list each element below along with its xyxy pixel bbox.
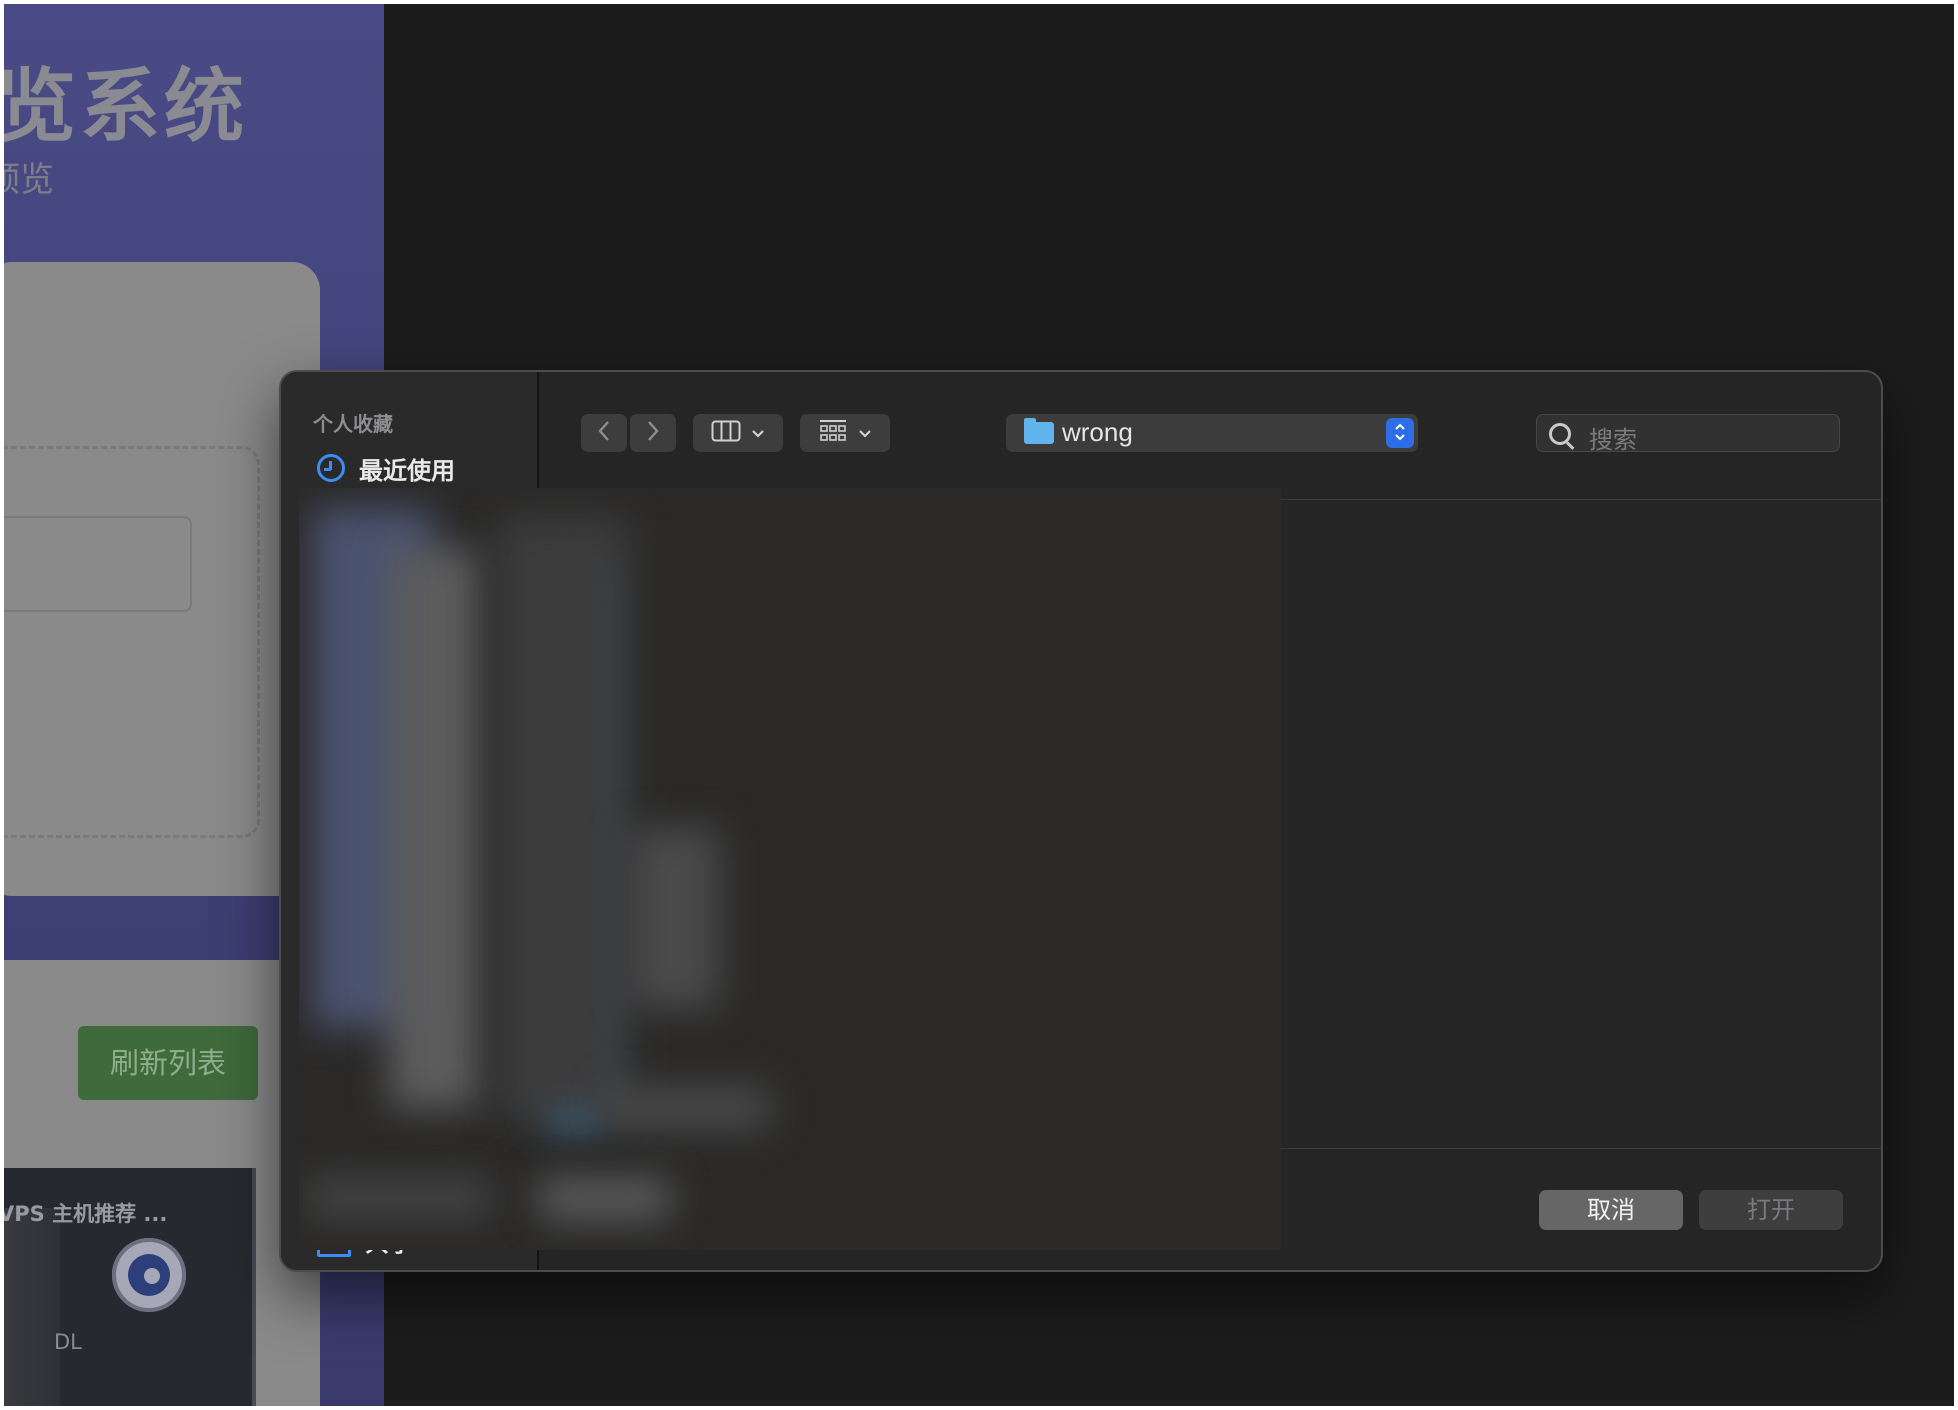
sidebar-item-recents[interactable]: 最近使用 — [317, 448, 455, 488]
upload-dropzone[interactable] — [4, 446, 260, 838]
location-popup[interactable]: wrong — [1006, 414, 1418, 452]
video-card[interactable]: VPS 主机推荐 ... DL — [4, 1168, 256, 1406]
clock-icon — [317, 454, 345, 482]
column-view-button[interactable] — [693, 414, 783, 452]
columns-icon — [711, 420, 741, 446]
app-title: 览系统 — [4, 60, 248, 153]
cancel-button[interactable]: 取消 — [1539, 1190, 1683, 1230]
open-file-dialog: 个人收藏 最近使用 共享 — [279, 370, 1883, 1272]
file-browser-obscured[interactable] — [299, 488, 1281, 1250]
grid-icon — [818, 419, 848, 447]
folder-icon — [1024, 418, 1054, 444]
chevron-down-icon — [751, 424, 765, 443]
group-view-button[interactable] — [800, 414, 890, 452]
search-input[interactable]: 搜索 — [1536, 414, 1840, 454]
search-icon — [1549, 423, 1571, 445]
footer-divider — [1281, 1148, 1881, 1149]
forward-button[interactable] — [630, 414, 676, 452]
chevron-down-icon — [858, 424, 872, 443]
app-subtitle: 预览 — [4, 160, 54, 200]
open-button[interactable]: 打开 — [1699, 1190, 1843, 1230]
video-thumbnail — [4, 1208, 60, 1406]
popup-stepper-icon — [1386, 418, 1414, 448]
search-placeholder: 搜索 — [1589, 426, 1637, 454]
chevron-right-icon — [646, 420, 660, 446]
refresh-list-button[interactable]: 刷新列表 — [78, 1026, 258, 1100]
back-button[interactable] — [581, 414, 627, 452]
chevron-left-icon — [597, 420, 611, 446]
upload-input[interactable] — [4, 516, 192, 612]
video-title: VPS 主机推荐 ... — [4, 1202, 168, 1226]
sidebar-heading-favorites: 个人收藏 — [313, 412, 393, 436]
play-icon[interactable] — [112, 1238, 186, 1312]
content-divider — [1281, 499, 1881, 500]
sidebar-item-label: 最近使用 — [359, 456, 455, 485]
current-folder-name: wrong — [1062, 417, 1133, 447]
video-side-text: DL — [54, 1330, 82, 1354]
screen: 览系统 预览 刷新列表 VPS 主机推荐 ... DL 个人收藏 最近使用 共享 — [4, 4, 1954, 1406]
